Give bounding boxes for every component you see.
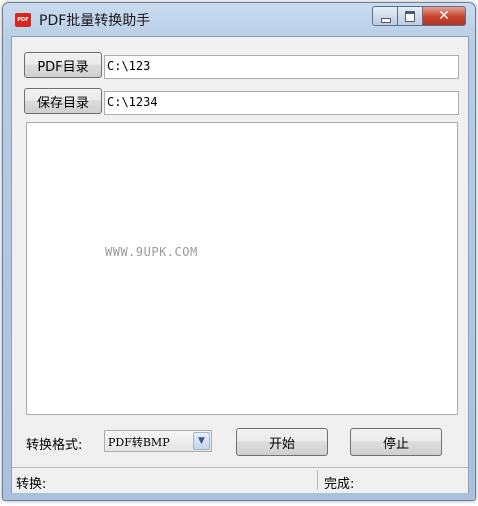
format-select[interactable]: PDF转BMP ▼ bbox=[104, 430, 212, 452]
pdf-dir-field[interactable]: C:\123 bbox=[104, 55, 459, 79]
pdf-dir-button[interactable]: PDF目录 bbox=[24, 52, 102, 78]
client-area: PDF目录 C:\123 保存目录 C:\1234 WWW.9UPK.COM 转… bbox=[11, 36, 469, 493]
log-area[interactable]: WWW.9UPK.COM bbox=[26, 122, 458, 415]
caption-buttons: ✕ bbox=[372, 6, 466, 26]
status-done: 完成: bbox=[324, 477, 355, 492]
app-window: PDF PDF批量转换助手 ✕ PDF目录 C:\123 保存目录 C:\123… bbox=[2, 2, 476, 501]
format-selected-value: PDF转BMP bbox=[108, 436, 170, 449]
pdf-app-icon: PDF bbox=[15, 13, 31, 27]
chevron-down-icon[interactable]: ▼ bbox=[193, 432, 210, 450]
status-converting: 转换: bbox=[16, 477, 47, 492]
minimize-button[interactable] bbox=[372, 6, 398, 26]
status-divider bbox=[317, 470, 318, 490]
close-button[interactable]: ✕ bbox=[423, 6, 466, 26]
title-bar[interactable]: PDF PDF批量转换助手 ✕ bbox=[3, 3, 475, 36]
stop-button[interactable]: 停止 bbox=[350, 428, 442, 456]
window-title: PDF批量转换助手 bbox=[39, 13, 151, 29]
save-dir-field[interactable]: C:\1234 bbox=[104, 91, 459, 115]
start-button[interactable]: 开始 bbox=[236, 428, 328, 456]
format-label: 转换格式: bbox=[26, 438, 83, 453]
close-icon: ✕ bbox=[438, 8, 450, 24]
save-dir-button[interactable]: 保存目录 bbox=[24, 88, 102, 114]
status-bar: 转换: 完成: bbox=[12, 467, 468, 493]
watermark-text: WWW.9UPK.COM bbox=[105, 245, 198, 259]
maximize-button[interactable] bbox=[398, 6, 423, 26]
